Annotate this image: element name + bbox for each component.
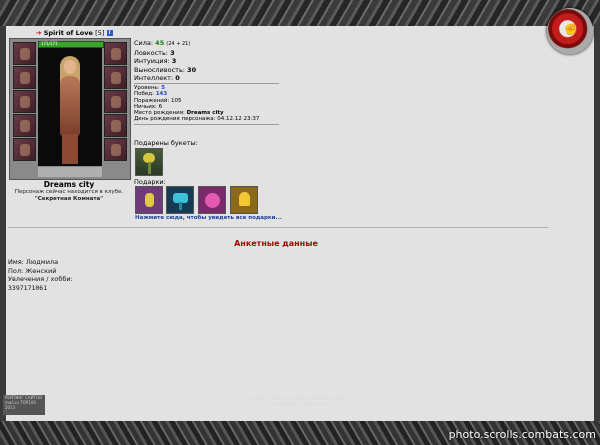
birthday-line: День рождения персонажа: 04.12.12 23:37	[134, 116, 260, 123]
character-city: Dreams city	[43, 180, 95, 189]
profile-name: Имя: Людмила	[8, 258, 59, 266]
info-icon[interactable]: i	[106, 30, 113, 36]
stat-strength: Сила: 45 (24 + 21)	[134, 39, 191, 47]
profile-section-title: Анкетные данные	[234, 239, 318, 248]
shield-slot[interactable]	[104, 90, 127, 113]
hp-bar: 171/171	[38, 41, 104, 48]
helmet-slot[interactable]	[13, 42, 36, 65]
bracer-slot[interactable]	[104, 66, 127, 89]
club-name: "Секретная Комната"	[34, 196, 104, 202]
arrow-icon: ➔	[36, 29, 42, 37]
character-portrait[interactable]	[38, 48, 102, 166]
gift-icon[interactable]	[166, 186, 194, 214]
gift-icon[interactable]	[230, 186, 258, 214]
combats-fist-logo[interactable]: ✊	[547, 8, 593, 54]
pants-slot[interactable]	[104, 114, 127, 137]
character-info: Уровень: 5 Побед: 143 Поражений: 105 Нич…	[134, 85, 259, 123]
belt-slot[interactable]	[13, 138, 36, 161]
character-level: [5]	[95, 29, 105, 37]
copyright: © 2002 - 2012, «www.Combats.com»™ All ri…	[245, 396, 355, 408]
right-border	[594, 26, 600, 421]
stat-endurance: Выносливость: 30	[134, 65, 197, 74]
weapon-slot[interactable]	[13, 90, 36, 113]
stat-agility: Ловкость: 3	[134, 48, 175, 57]
stat-intellect: Интеллект: 0	[134, 74, 180, 82]
divider	[134, 83, 279, 84]
divider	[8, 227, 548, 228]
gloves-slot[interactable]	[104, 42, 127, 65]
character-nameplate	[38, 167, 102, 177]
top-border	[0, 0, 600, 26]
all-gifts-link[interactable]: Нажмите сюда, чтобы увидеть все подарки.…	[135, 215, 282, 221]
main-panel: ➔ Spirit of Love [5] i 171/171 Dreams ci…	[6, 26, 594, 421]
divider	[134, 124, 279, 125]
character-name: Spirit of Love	[43, 29, 93, 37]
bouquet-icon[interactable]	[135, 148, 163, 176]
earring-slot[interactable]	[13, 66, 36, 89]
profile-details: Имя: Людмила Пол: Женский Увлечения / хо…	[8, 258, 73, 292]
boots-slot[interactable]	[104, 138, 127, 161]
character-name-line: ➔ Spirit of Love [5] i	[36, 29, 113, 37]
club-status: Персонаж сейчас находится в клубе. "Секр…	[9, 189, 129, 203]
gifts-label: Подарки:	[134, 178, 166, 186]
profile-hobbies: Увлечения / хобби:	[8, 275, 73, 283]
bouquets-label: Подарены букеты:	[134, 139, 198, 147]
stats-list: Сила: 45 (24 + 21) Ловкость: 3 Интуиция:…	[134, 39, 196, 83]
profile-number: 3397171061	[8, 283, 48, 292]
armor-slot[interactable]	[13, 114, 36, 137]
character-equipment-panel: 171/171	[9, 38, 131, 180]
gift-icon[interactable]	[198, 186, 226, 214]
stat-intuition: Интуиция: 3	[134, 57, 177, 65]
gift-icon[interactable]	[135, 186, 163, 214]
profile-gender: Пол: Женский	[8, 266, 57, 275]
watermark: photo.scrolls.combats.com	[448, 428, 596, 441]
